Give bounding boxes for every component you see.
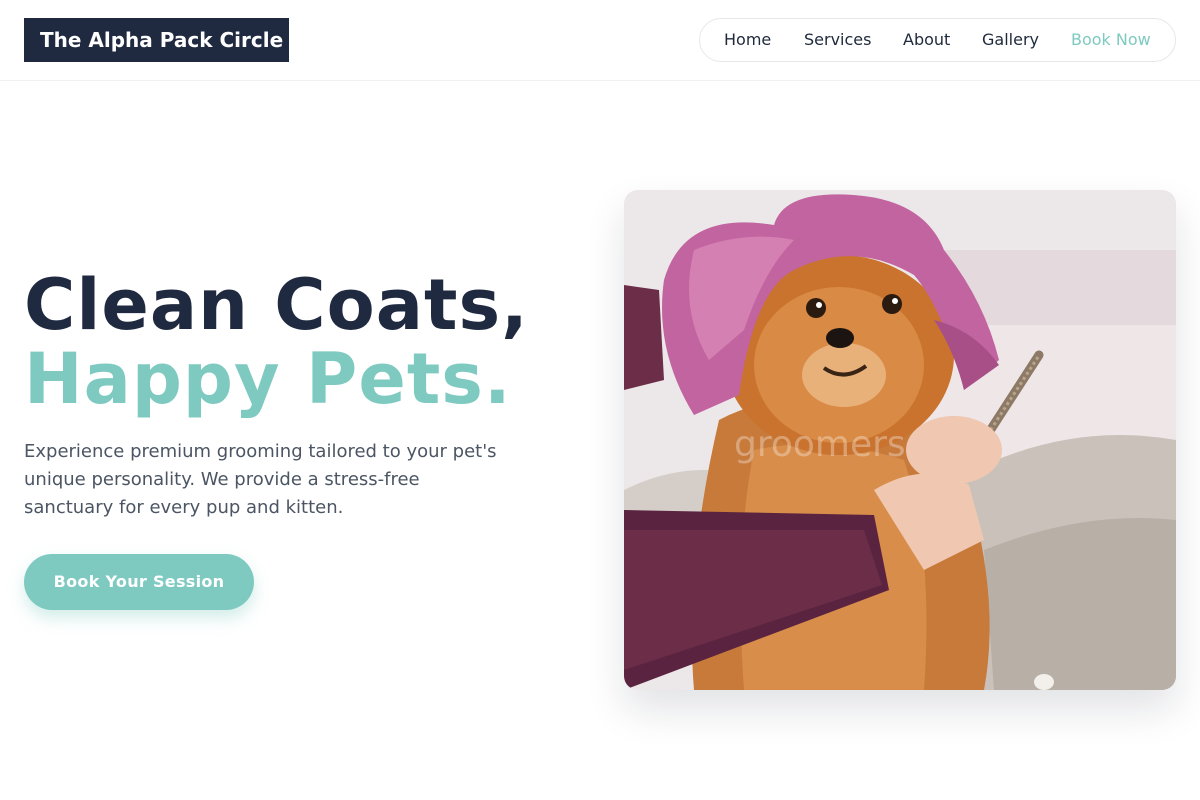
nav-link-services[interactable]: Services xyxy=(804,19,871,61)
book-session-button[interactable]: Book Your Session xyxy=(24,554,254,610)
headline-line-1: Clean Coats, xyxy=(24,264,529,346)
brand-logo[interactable]: The Alpha Pack Circle xyxy=(24,18,289,62)
nav-link-gallery[interactable]: Gallery xyxy=(982,19,1039,61)
nav-link-about[interactable]: About xyxy=(903,19,950,61)
hero-description: Experience premium grooming tailored to … xyxy=(24,441,497,518)
headline-line-2: Happy Pets. xyxy=(24,338,512,420)
main-nav: Home Services About Gallery Book Now xyxy=(699,18,1176,62)
nav-link-book-now[interactable]: Book Now xyxy=(1071,19,1151,61)
site-header: The Alpha Pack Circle Home Services Abou… xyxy=(0,0,1200,81)
image-watermark: groomers xyxy=(734,424,906,465)
nav-link-home[interactable]: Home xyxy=(724,19,771,61)
hero-headline: Clean Coats, Happy Pets. xyxy=(24,268,529,416)
hero-dog-photo: groomers xyxy=(624,190,1176,690)
